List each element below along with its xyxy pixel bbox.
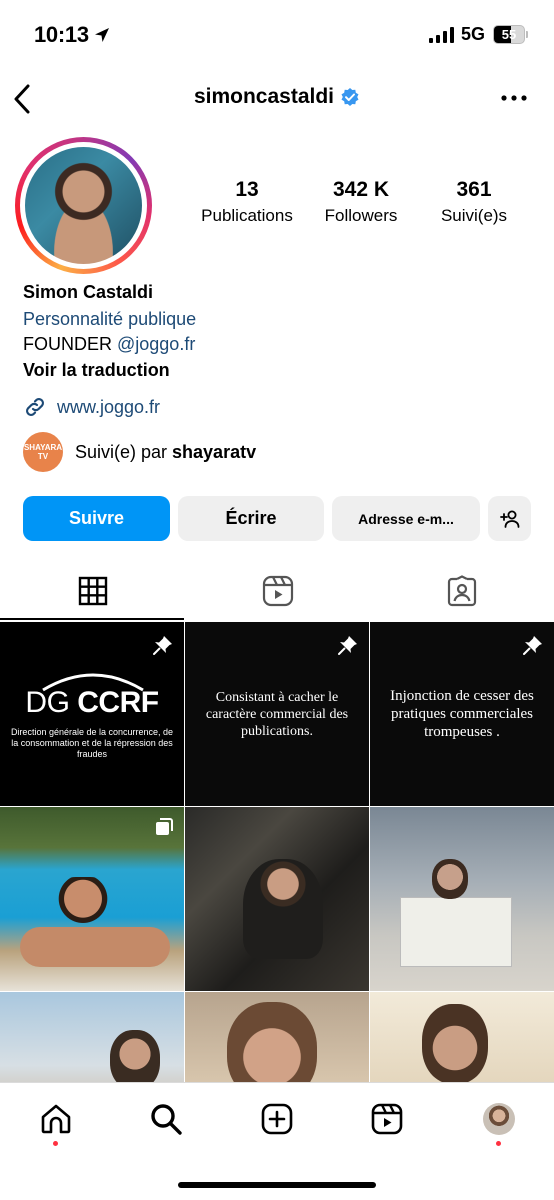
more-options-icon[interactable]: [499, 90, 529, 106]
message-button[interactable]: Écrire: [178, 496, 324, 541]
post-tile[interactable]: [185, 807, 369, 991]
reels-icon: [371, 1103, 403, 1135]
follow-button[interactable]: Suivre: [23, 496, 170, 541]
header-username: simoncastaldi: [193, 85, 335, 108]
nav-profile[interactable]: [479, 1099, 519, 1139]
post-tile[interactable]: [370, 992, 554, 1082]
stat-followers[interactable]: 342 K Followers: [312, 178, 410, 226]
followed-by-user: shayaratv: [172, 441, 257, 462]
location-arrow-icon: [95, 28, 109, 42]
followed-by-text: Suivi(e) par shayaratv: [75, 442, 256, 463]
photo-subject: [243, 859, 323, 959]
home-icon: [41, 1104, 71, 1134]
followed-by-prefix: Suivi(e) par: [75, 441, 173, 462]
website-link[interactable]: www.joggo.fr: [23, 395, 160, 419]
stat-value: 361: [456, 178, 492, 201]
add-person-icon: [499, 510, 519, 528]
post-tile[interactable]: Consistant à cacher le caractère commerc…: [185, 622, 369, 806]
pin-icon: [523, 636, 542, 655]
dg-text: DG: [25, 686, 70, 719]
network-type: 5G: [461, 24, 486, 44]
photo-newspaper: [400, 897, 512, 967]
create-icon: [261, 1103, 293, 1135]
profile-category: Personnalité publique: [23, 309, 197, 329]
story-ring[interactable]: [15, 137, 152, 274]
bio-text: FOUNDER @joggo.fr: [23, 332, 533, 357]
profile-tabs: [0, 560, 554, 622]
reels-icon: [262, 575, 293, 607]
photo-subject: [422, 1004, 488, 1082]
nav-search[interactable]: [146, 1099, 186, 1139]
suggested-users-button[interactable]: [488, 496, 531, 541]
tab-reels[interactable]: [185, 560, 370, 622]
email-button[interactable]: Adresse e-m...: [332, 496, 480, 541]
ccrf-text: CCRF: [77, 686, 159, 719]
nav-reels[interactable]: [367, 1099, 407, 1139]
search-icon: [151, 1104, 182, 1135]
nav-home[interactable]: [36, 1099, 76, 1139]
tagged-icon: [447, 575, 476, 607]
status-time: 10:13: [34, 22, 89, 47]
username-title: simoncastaldi: [0, 85, 554, 109]
post-tile[interactable]: [185, 992, 369, 1082]
notification-dot: [53, 1141, 58, 1146]
follower-avatar: SHAYARA TV: [23, 432, 63, 472]
profile-avatar: [25, 147, 142, 264]
notification-dot: [496, 1141, 501, 1146]
profile-avatar-icon: [483, 1103, 515, 1135]
dgccrf-subtitle: Direction générale de la concurrence, de…: [10, 727, 174, 759]
stat-label: Followers: [324, 206, 398, 225]
link-icon: [26, 398, 44, 416]
post-tile[interactable]: [0, 992, 184, 1082]
see-translation-link[interactable]: Voir la traduction: [23, 357, 533, 383]
profile-header: simoncastaldi: [0, 76, 554, 120]
battery-icon: 55: [493, 25, 525, 44]
profile-actions: Suivre Écrire Adresse e-m...: [23, 496, 531, 541]
posts-grid: DG CCRF Direction générale de la concurr…: [0, 622, 554, 1082]
post-tile[interactable]: DG CCRF Direction générale de la concurr…: [0, 622, 184, 806]
verified-badge-icon: [341, 88, 359, 106]
battery-percent: 55: [501, 27, 517, 42]
website-url: www.joggo.fr: [57, 396, 161, 417]
tab-grid[interactable]: [0, 560, 185, 622]
pin-icon: [338, 636, 357, 655]
post-tile[interactable]: [370, 807, 554, 991]
stat-label: Publications: [201, 206, 293, 225]
tab-tagged[interactable]: [369, 560, 554, 622]
stat-label: Suivi(e)s: [440, 206, 508, 225]
home-indicator: [178, 1182, 376, 1188]
post-tile[interactable]: [0, 807, 184, 991]
stat-publications[interactable]: 13 Publications: [192, 178, 302, 226]
photo-subject-arms: [20, 927, 170, 967]
post-tile[interactable]: Injonction de cesser des pratiques comme…: [370, 622, 554, 806]
stat-value: 13: [235, 178, 259, 201]
display-name: Simon Castaldi: [23, 282, 154, 302]
photo-subject: [432, 859, 468, 899]
bio-mention-link[interactable]: @joggo.fr: [117, 334, 195, 354]
photo-subject: [110, 1030, 160, 1082]
profile-bio: Simon Castaldi Personnalité publique FOU…: [23, 280, 533, 383]
carousel-icon: [156, 818, 173, 835]
bio-text-prefix: FOUNDER: [23, 334, 117, 354]
dgccrf-title: DG CCRF: [0, 686, 184, 720]
followed-by[interactable]: SHAYARA TV Suivi(e) par shayaratv: [23, 432, 256, 472]
photo-subject: [227, 1002, 317, 1082]
status-bar: 10:13 5G 55: [0, 0, 554, 70]
active-tab-indicator: [0, 618, 184, 620]
stat-value: 342 K: [332, 178, 390, 201]
cellular-signal-icon: [429, 26, 454, 43]
grid-icon: [78, 576, 107, 606]
stat-following[interactable]: 361 Suivi(e)s: [428, 178, 520, 226]
nav-create[interactable]: [257, 1099, 297, 1139]
pin-icon: [153, 636, 172, 655]
